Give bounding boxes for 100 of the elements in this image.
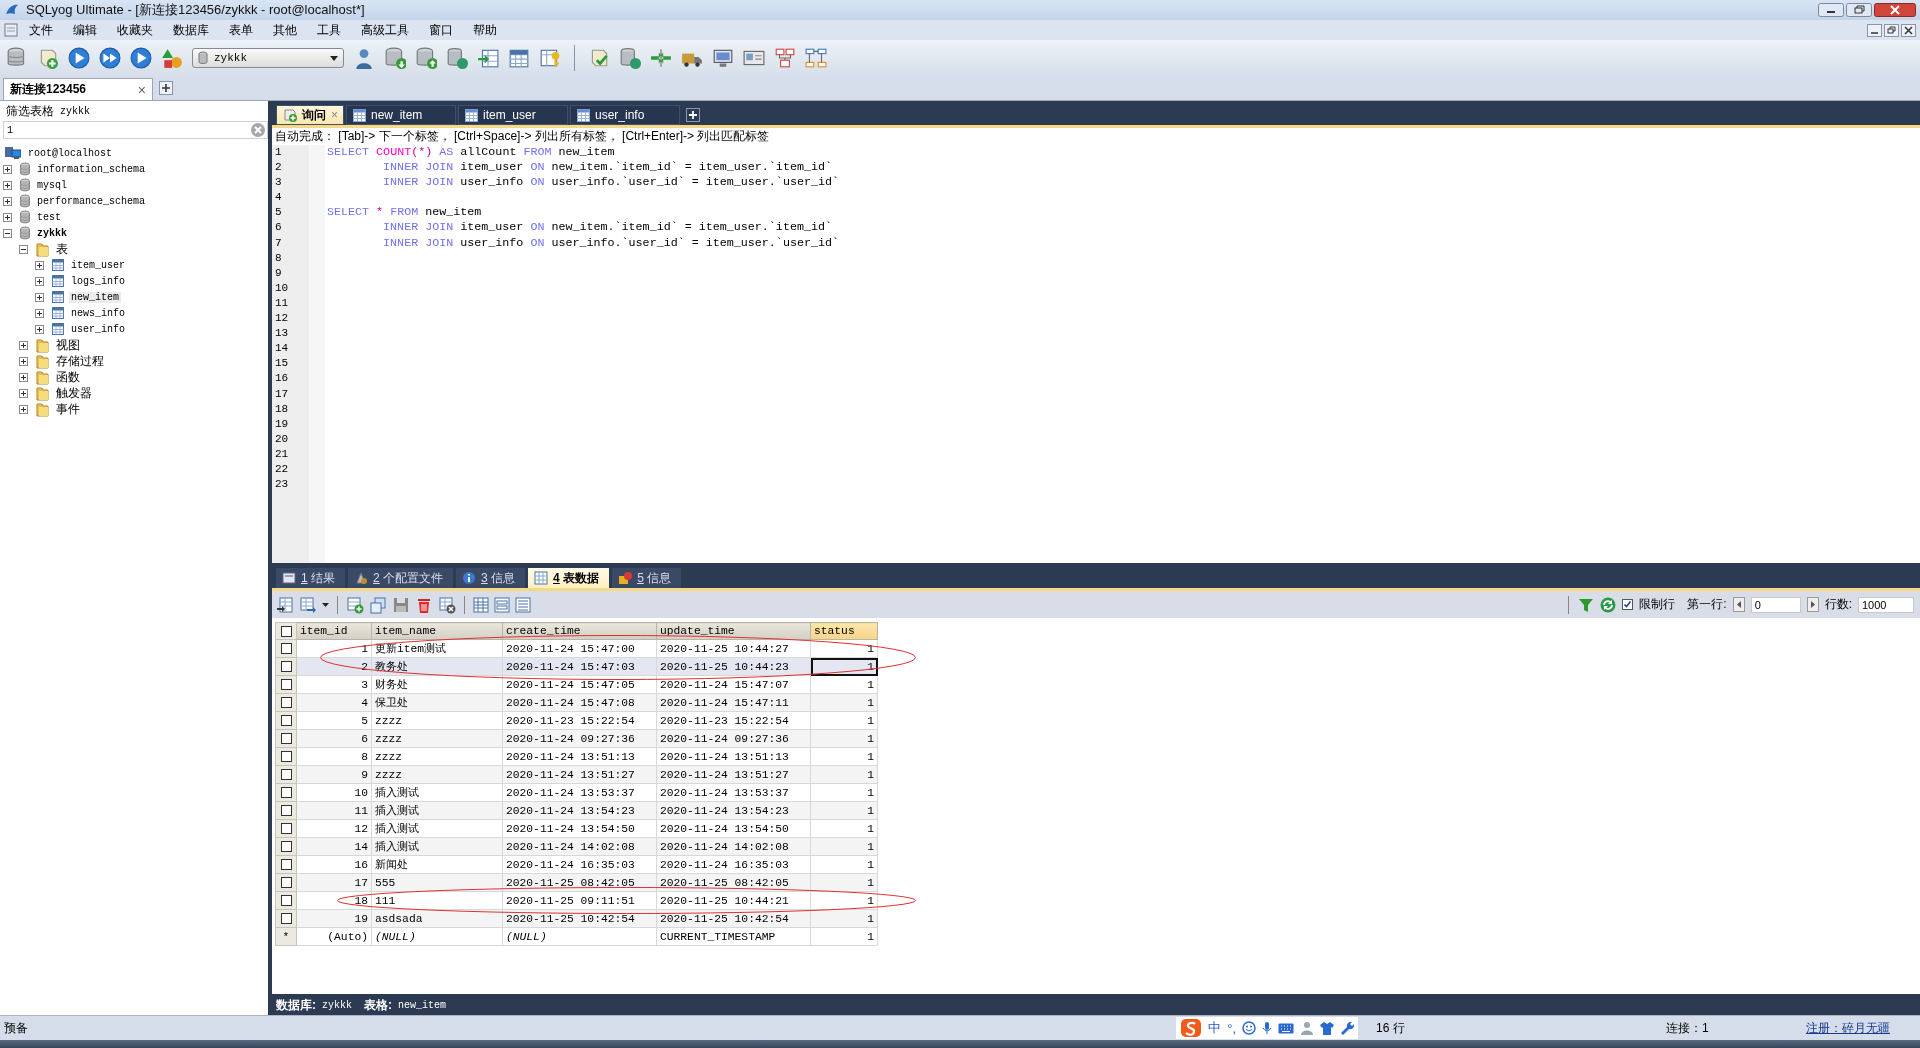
checkbox[interactable] <box>280 805 292 816</box>
filter-field[interactable]: 1 <box>3 121 268 139</box>
tree-item[interactable]: 触发器 <box>54 384 94 402</box>
arrows-icon[interactable] <box>650 47 672 69</box>
ime-logo-icon[interactable] <box>1180 1018 1203 1038</box>
import-icon[interactable] <box>276 595 294 614</box>
wrench-icon[interactable] <box>1340 1021 1354 1035</box>
menu-item[interactable]: 编辑 <box>62 21 106 39</box>
checkbox[interactable] <box>280 913 292 924</box>
expand-icon[interactable] <box>19 340 28 350</box>
tree-item[interactable]: 函数 <box>54 368 82 386</box>
registration-link[interactable]: 注册：碎月无疆 <box>1806 1019 1916 1037</box>
expand-icon[interactable] <box>35 292 44 302</box>
tree-item[interactable]: performance_schema <box>35 195 148 207</box>
checkbox[interactable] <box>280 697 292 708</box>
next-icon[interactable] <box>1806 597 1819 612</box>
dropdown-arrow-icon[interactable] <box>330 55 338 61</box>
sync-icon[interactable] <box>446 47 468 69</box>
database-upload-icon[interactable] <box>415 47 437 69</box>
collapse-icon[interactable] <box>3 228 12 238</box>
tree-item[interactable]: root@localhost <box>26 147 114 159</box>
expand-icon[interactable] <box>3 180 12 190</box>
tree-item[interactable]: news_info <box>69 307 127 319</box>
add-tab-icon[interactable] <box>686 108 700 122</box>
result-tab[interactable]: 2 个配置文件 <box>348 568 454 588</box>
checkbox[interactable] <box>280 715 292 726</box>
save-icon[interactable] <box>392 595 410 614</box>
dropdown-arrow-icon[interactable] <box>322 602 329 607</box>
query-tab[interactable]: user_info <box>570 105 680 125</box>
checkbox[interactable] <box>280 823 292 834</box>
tree-item[interactable]: zykkk <box>35 227 69 239</box>
table-export-icon[interactable] <box>477 47 499 69</box>
menu-item[interactable]: 表单 <box>218 21 262 39</box>
database-dropdown[interactable]: zykkk <box>192 48 344 68</box>
checkbox[interactable] <box>280 895 292 906</box>
menu-item[interactable]: 帮助 <box>462 21 506 39</box>
close-tab-button[interactable]: × <box>137 81 146 98</box>
menu-item[interactable]: 数据库 <box>162 21 218 39</box>
play-icon[interactable] <box>68 47 90 69</box>
expand-icon[interactable] <box>35 260 44 270</box>
expand-icon[interactable] <box>35 276 44 286</box>
checkbox[interactable] <box>280 679 292 690</box>
monitor-icon[interactable] <box>712 47 734 69</box>
menu-item[interactable]: 文件 <box>18 21 62 39</box>
column-header[interactable]: item_name <box>371 622 503 640</box>
close-icon[interactable] <box>1901 23 1916 37</box>
checkbox[interactable] <box>280 769 292 780</box>
ime-mode[interactable]: 中 <box>1208 1019 1222 1037</box>
tree-item[interactable]: test <box>35 211 63 223</box>
result-tab[interactable]: 3 信息 <box>456 568 526 588</box>
result-tab[interactable]: 4 表数据 <box>528 568 610 588</box>
column-header[interactable]: status <box>810 622 878 640</box>
shirt-icon[interactable] <box>1320 1021 1334 1035</box>
previous-icon[interactable] <box>1732 597 1745 612</box>
checkbox[interactable] <box>280 859 292 870</box>
duplicate-icon[interactable] <box>369 595 387 614</box>
checkbox[interactable] <box>280 877 292 888</box>
tree-item[interactable]: mysql <box>35 179 69 191</box>
menu-item[interactable]: 高级工具 <box>350 21 418 39</box>
checkbox[interactable] <box>280 643 292 654</box>
checkbox[interactable] <box>280 787 292 798</box>
expand-icon[interactable] <box>19 356 28 366</box>
tree-item[interactable]: item_user <box>69 259 127 271</box>
minimize-icon[interactable] <box>1818 3 1844 17</box>
collapse-icon[interactable] <box>19 244 28 254</box>
microphone-icon[interactable] <box>1262 1021 1272 1035</box>
punctuation-mode[interactable]: °, <box>1227 1020 1236 1036</box>
checkbox[interactable] <box>280 733 292 744</box>
shapes-icon[interactable] <box>161 47 183 69</box>
refresh-icon[interactable] <box>1600 596 1617 613</box>
menu-item[interactable]: 收藏夹 <box>106 21 162 39</box>
grid-view-icon[interactable] <box>473 596 489 613</box>
expand-icon[interactable] <box>19 404 28 414</box>
database-download-icon[interactable] <box>384 47 406 69</box>
query-tab[interactable]: new_item <box>346 105 456 125</box>
add-row-icon[interactable] <box>346 595 364 614</box>
result-tab[interactable]: 1 结果 <box>276 568 346 588</box>
query-tab[interactable]: 询问 × <box>276 105 344 125</box>
first-row-field[interactable]: 0 <box>1750 596 1801 613</box>
export-icon[interactable] <box>299 595 317 614</box>
query-tab[interactable]: item_user <box>458 105 568 125</box>
column-header[interactable]: update_time <box>656 622 811 640</box>
checkbox[interactable] <box>280 841 292 852</box>
form-view-icon[interactable] <box>494 596 510 613</box>
fast-forward-icon[interactable] <box>99 47 121 69</box>
table-icon[interactable] <box>508 47 530 69</box>
expand-icon[interactable] <box>35 324 44 334</box>
tree-item[interactable]: logs_info <box>69 275 127 287</box>
checkbox[interactable] <box>1622 599 1634 610</box>
menu-item[interactable]: 窗口 <box>418 21 462 39</box>
tree-item[interactable]: 事件 <box>54 400 82 418</box>
tree-item[interactable]: 存储过程 <box>54 352 106 370</box>
tree-item[interactable]: 视图 <box>54 336 82 354</box>
column-header[interactable]: create_time <box>502 622 657 640</box>
expand-icon[interactable] <box>19 372 28 382</box>
menu-item[interactable]: 工具 <box>306 21 350 39</box>
checkbox[interactable] <box>280 661 292 672</box>
minimize-icon[interactable] <box>1867 23 1882 37</box>
smiley-icon[interactable] <box>1242 1021 1256 1035</box>
close-icon[interactable] <box>1874 3 1916 17</box>
